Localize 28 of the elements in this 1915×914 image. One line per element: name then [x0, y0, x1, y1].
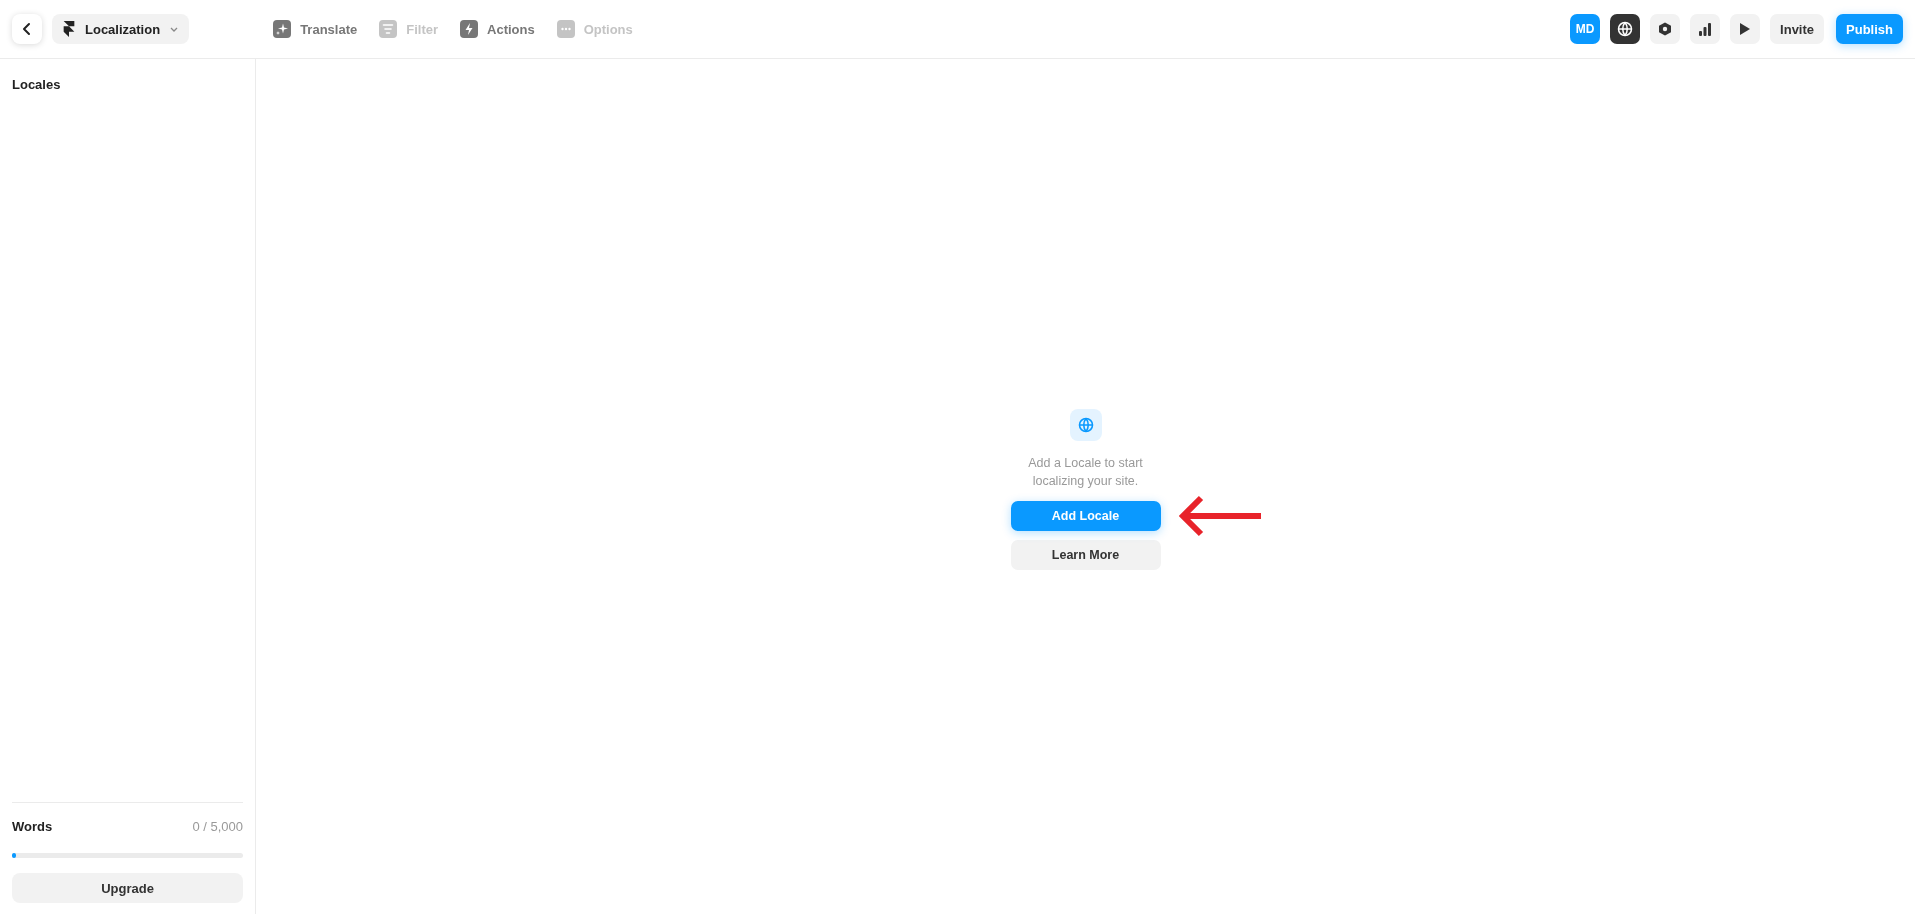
toolbar-icon-button[interactable]	[1690, 14, 1721, 44]
back-button[interactable]	[12, 14, 42, 44]
hexagon-icon	[1658, 22, 1673, 36]
empty-state-message: Add a Locale to start localizing your site.	[1027, 455, 1144, 490]
toolbar-icon-button[interactable]	[1730, 14, 1761, 44]
toolbar-icon-button[interactable]	[1650, 14, 1681, 44]
filter-icon	[379, 20, 398, 38]
bolt-icon	[460, 20, 478, 38]
user-avatar[interactable]: MD	[1570, 14, 1601, 44]
globe-icon	[1077, 417, 1094, 433]
publish-button[interactable]: Publish	[1836, 14, 1903, 44]
usage-label: Words	[12, 819, 53, 834]
add-locale-button[interactable]: Add Locale	[1010, 501, 1161, 531]
sparkle-icon	[273, 20, 292, 38]
learn-more-button[interactable]: Learn More	[1010, 540, 1161, 570]
upgrade-button[interactable]: Upgrade	[12, 873, 243, 903]
project-dropdown[interactable]: Localization	[52, 14, 190, 44]
logo-icon	[62, 21, 76, 37]
play-icon	[1739, 22, 1752, 36]
usage-value: 0 / 5,000	[192, 819, 243, 834]
invite-button[interactable]: Invite	[1770, 14, 1825, 44]
toolbar-button[interactable]: Actions	[460, 20, 535, 38]
dots-icon	[556, 20, 575, 38]
toolbar-icon-button[interactable]	[1610, 14, 1641, 44]
toolbar-button[interactable]: Translate	[273, 20, 358, 38]
bar-chart-icon	[1698, 22, 1713, 36]
sidebar-title: Locales	[12, 77, 62, 92]
globe-icon	[1617, 21, 1634, 37]
